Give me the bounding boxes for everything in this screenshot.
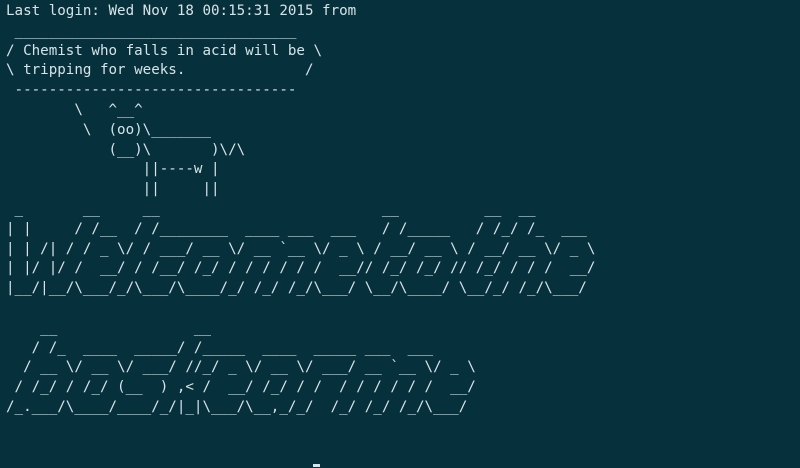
banner-art-line: | |/ |/ / __/ / /__/ /_/ / / / / / / __/… — [6, 260, 596, 277]
cow-art-line: \ (oo)\_______ — [6, 121, 211, 138]
banner-art-line: __ __ — [6, 319, 211, 336]
banner-art-line: / __ \/ __ \/ ___/ //_/ _ \/ __ \/ ___/ … — [6, 359, 476, 376]
banner-art-line: / /_ ____ _____/ /_____ ____ _____ ___ _… — [6, 339, 434, 356]
banner-art-line: | | /| / / _ \/ / ___/ __ \/ __ `__ \/ _… — [6, 240, 596, 257]
speech-bubble-bottom: --------------------------------- — [6, 82, 297, 99]
speech-bubble-top: _________________________________ — [6, 22, 297, 39]
speech-bubble-text-1: / Chemist who falls in acid will be \ — [6, 42, 323, 59]
speech-bubble-text-2: \ tripping for weeks. / — [6, 62, 314, 79]
terminal-window[interactable]: Last login: Wed Nov 18 00:15:31 2015 fro… — [0, 0, 800, 468]
cow-art-line: (__)\ )\/\ — [6, 141, 246, 158]
banner-art-line: |__/|__/\___/_/\___/\____/_/ /_/ /_/\___… — [6, 280, 587, 297]
last-login-line: Last login: Wed Nov 18 00:15:31 2015 fro… — [6, 3, 357, 19]
banner-art-line: | | / /__ / /________ ____ ___ ___ / /__… — [6, 220, 587, 237]
banner-art-line: _ __ __ __ __ __ — [6, 200, 536, 217]
banner-art-line: / /_/ / /_/ (__ ) ,< / __/ /_/ / / / / /… — [6, 379, 476, 396]
banner-art-line: /_.___/\____/____/_/|_|\___/\__,_/_/ /_/… — [6, 398, 468, 415]
cow-art-line: ||----w | — [6, 161, 220, 178]
cow-art-line: || || — [6, 181, 220, 198]
cow-art-line: \ ^__^ — [6, 101, 143, 118]
text-cursor — [313, 464, 320, 467]
